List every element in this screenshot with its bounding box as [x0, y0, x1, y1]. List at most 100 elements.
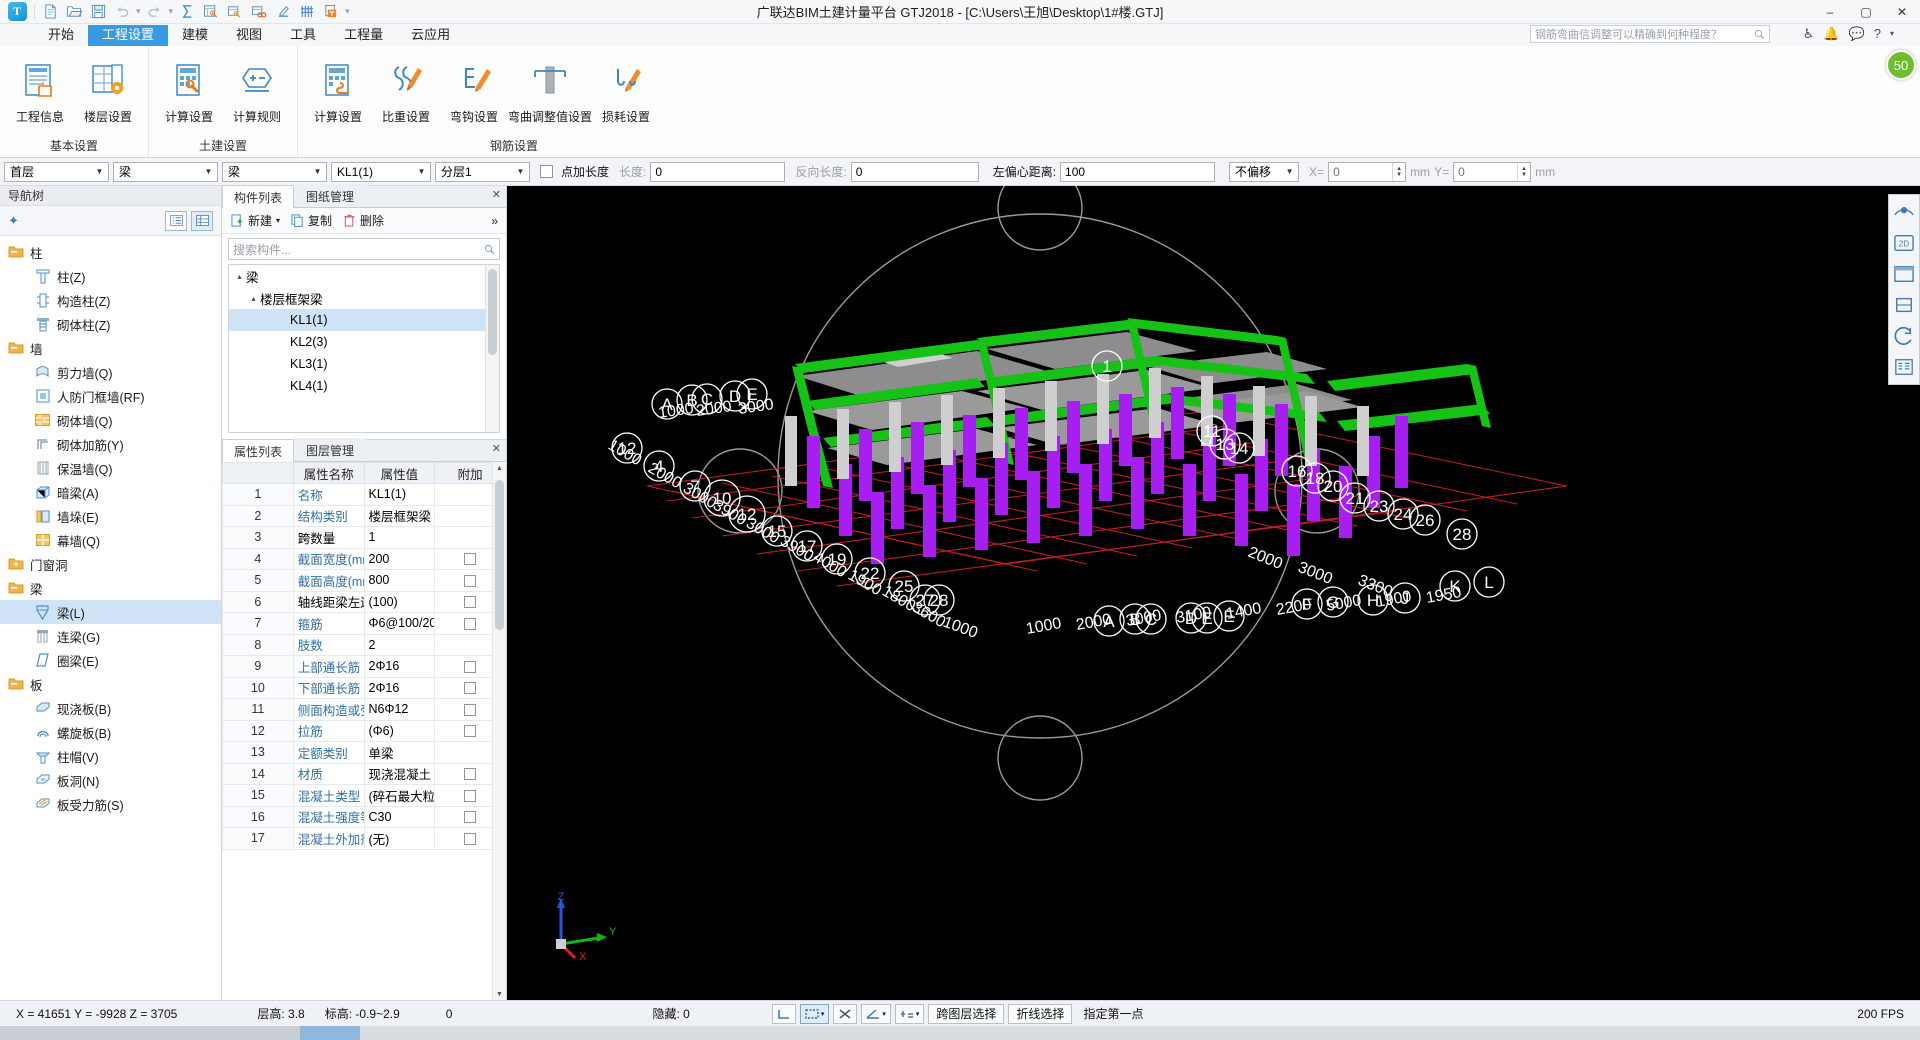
- nav-item-16[interactable]: 连梁(G): [0, 624, 221, 648]
- tab-project-settings[interactable]: 工程设置: [88, 25, 168, 46]
- point-add-length-checkbox[interactable]: [540, 165, 553, 178]
- property-row[interactable]: 4截面宽度(mm)200: [223, 548, 506, 570]
- component-tree-item-2[interactable]: KL1(1): [229, 309, 499, 331]
- property-row[interactable]: 5截面高度(mm)800: [223, 570, 506, 592]
- attach-checkbox[interactable]: [464, 790, 476, 802]
- property-value[interactable]: 1: [364, 527, 435, 549]
- tab-tools[interactable]: 工具: [276, 25, 330, 46]
- scroll-down-arrow[interactable]: ▼: [495, 988, 504, 1000]
- selection-mode-icon[interactable]: ▾: [800, 1004, 830, 1024]
- y-stepper[interactable]: ▲▼: [1517, 163, 1530, 181]
- property-row[interactable]: 1名称KL1(1): [223, 484, 506, 506]
- check-icon[interactable]: [224, 2, 246, 22]
- property-value[interactable]: 800: [364, 570, 435, 592]
- nav-item-8[interactable]: 砌体加筋(Y): [0, 432, 221, 456]
- qat-more[interactable]: ▾: [345, 6, 350, 17]
- trial-days-badge[interactable]: 50: [1886, 50, 1916, 80]
- properties-panel-close[interactable]: ✕: [492, 442, 501, 455]
- property-value[interactable]: 楼层框架梁: [364, 505, 435, 527]
- save-icon[interactable]: [87, 2, 109, 22]
- model-3d-view[interactable]: A B C D E 12 4 7 10 12 15 17 19 22 25 27: [507, 186, 1920, 826]
- caret-icon[interactable]: ▴: [247, 294, 260, 303]
- cross-layer-select-button[interactable]: 跨图层选择: [928, 1004, 1004, 1024]
- attach-checkbox[interactable]: [464, 704, 476, 716]
- new-component-button[interactable]: 新建 ▾: [230, 212, 280, 229]
- list-view-icon[interactable]: [165, 211, 187, 231]
- property-row[interactable]: 10下部通长筋2Φ16: [223, 677, 506, 699]
- add-point-icon[interactable]: ▾: [895, 1004, 925, 1024]
- tab-component-list[interactable]: 构件列表: [222, 185, 294, 208]
- tab-property-list[interactable]: 属性列表: [222, 439, 294, 462]
- clear-selection-icon[interactable]: [833, 1004, 857, 1024]
- polyline-select-button[interactable]: 折线选择: [1008, 1004, 1072, 1024]
- nav-item-5[interactable]: 剪力墙(Q): [0, 360, 221, 384]
- headset-icon[interactable]: ♿: [1803, 26, 1815, 42]
- property-row[interactable]: 12拉筋(Φ6): [223, 720, 506, 742]
- view-3d-icon[interactable]: [1891, 199, 1917, 225]
- tab-start[interactable]: 开始: [34, 25, 88, 46]
- nav-item-1[interactable]: 柱(Z): [0, 264, 221, 288]
- sparkle-icon[interactable]: ✦: [8, 213, 19, 229]
- component-select[interactable]: KL1(1)▼: [331, 162, 431, 182]
- property-row[interactable]: 11侧面构造或受...N6Φ12: [223, 699, 506, 721]
- element-select[interactable]: 梁▼: [222, 162, 327, 182]
- link-icon[interactable]: [248, 2, 270, 22]
- nav-item-4[interactable]: 墙: [0, 336, 221, 360]
- copy-component-button[interactable]: 复制: [290, 212, 332, 229]
- model-canvas[interactable]: A B C D E 12 4 7 10 12 15 17 19 22 25 27: [507, 186, 1920, 1000]
- component-tree-item-4[interactable]: KL3(1): [229, 353, 499, 375]
- caret-icon[interactable]: ▴: [233, 272, 246, 281]
- new-dropdown-arrow[interactable]: ▾: [276, 216, 280, 225]
- scroll-thumb[interactable]: [495, 480, 504, 630]
- category-select[interactable]: 梁▼: [113, 162, 218, 182]
- component-tree-item-3[interactable]: KL2(3): [229, 331, 499, 353]
- civil-calc-settings-button[interactable]: 计算设置: [155, 53, 223, 125]
- property-row[interactable]: 13定额类别单梁: [223, 742, 506, 764]
- nav-item-3[interactable]: 砌体柱(Z): [0, 312, 221, 336]
- nav-item-20[interactable]: 螺旋板(B): [0, 720, 221, 744]
- property-row[interactable]: 15混凝土类型(碎石最大粒径...: [223, 785, 506, 807]
- tab-view[interactable]: 视图: [222, 25, 276, 46]
- pan-icon[interactable]: [1891, 292, 1917, 318]
- open-folder-icon[interactable]: [63, 2, 85, 22]
- property-value[interactable]: 2: [364, 634, 435, 656]
- attach-checkbox[interactable]: [464, 833, 476, 845]
- attach-checkbox[interactable]: [464, 618, 476, 630]
- rebar-calc-settings-button[interactable]: 计算设置: [304, 53, 372, 125]
- property-value[interactable]: 现浇混凝土: [364, 763, 435, 785]
- y-input[interactable]: 0 ▲▼: [1453, 162, 1531, 182]
- nav-item-6[interactable]: 人防门框墙(RF): [0, 384, 221, 408]
- property-row[interactable]: 17混凝土外加剂(无): [223, 828, 506, 850]
- property-value[interactable]: C30: [364, 806, 435, 828]
- x-stepper[interactable]: ▲▼: [1392, 163, 1405, 181]
- tab-modeling[interactable]: 建模: [168, 25, 222, 46]
- property-row[interactable]: 6轴线距梁左边...(100): [223, 591, 506, 613]
- nav-item-9[interactable]: 保温墙(Q): [0, 456, 221, 480]
- attach-checkbox[interactable]: [464, 596, 476, 608]
- property-row[interactable]: 9上部通长筋2Φ16: [223, 656, 506, 678]
- component-search-input[interactable]: 搜索构件...: [228, 238, 500, 260]
- tab-drawing-manager[interactable]: 图纸管理: [294, 184, 366, 207]
- chevron-down-icon[interactable]: ▾: [1890, 26, 1894, 42]
- tab-quantity[interactable]: 工程量: [330, 25, 397, 46]
- grid-icon[interactable]: [296, 2, 318, 22]
- project-info-button[interactable]: 工程信息: [6, 53, 74, 125]
- scroll-thumb[interactable]: [488, 269, 497, 355]
- tab-layer-manager[interactable]: 图层管理: [294, 438, 366, 461]
- nav-item-21[interactable]: 柱帽(V): [0, 744, 221, 768]
- nav-item-13[interactable]: 门窗洞: [0, 552, 221, 576]
- report-icon[interactable]: [200, 2, 222, 22]
- property-value[interactable]: KL1(1): [364, 484, 435, 506]
- new-file-icon[interactable]: [39, 2, 61, 22]
- bell-icon[interactable]: 🔔: [1823, 26, 1839, 42]
- attach-checkbox[interactable]: [464, 811, 476, 823]
- export-icon[interactable]: [320, 2, 342, 22]
- floor-select[interactable]: 首层▼: [4, 162, 109, 182]
- rotate-icon[interactable]: [1891, 323, 1917, 349]
- nav-item-15[interactable]: 梁(L): [0, 600, 221, 624]
- property-row[interactable]: 3跨数量1: [223, 527, 506, 549]
- floor-settings-button[interactable]: 楼层设置: [74, 53, 142, 125]
- scroll-up-arrow[interactable]: ▲: [495, 462, 504, 474]
- component-panel-close[interactable]: ✕: [492, 188, 501, 201]
- attach-checkbox[interactable]: [464, 661, 476, 673]
